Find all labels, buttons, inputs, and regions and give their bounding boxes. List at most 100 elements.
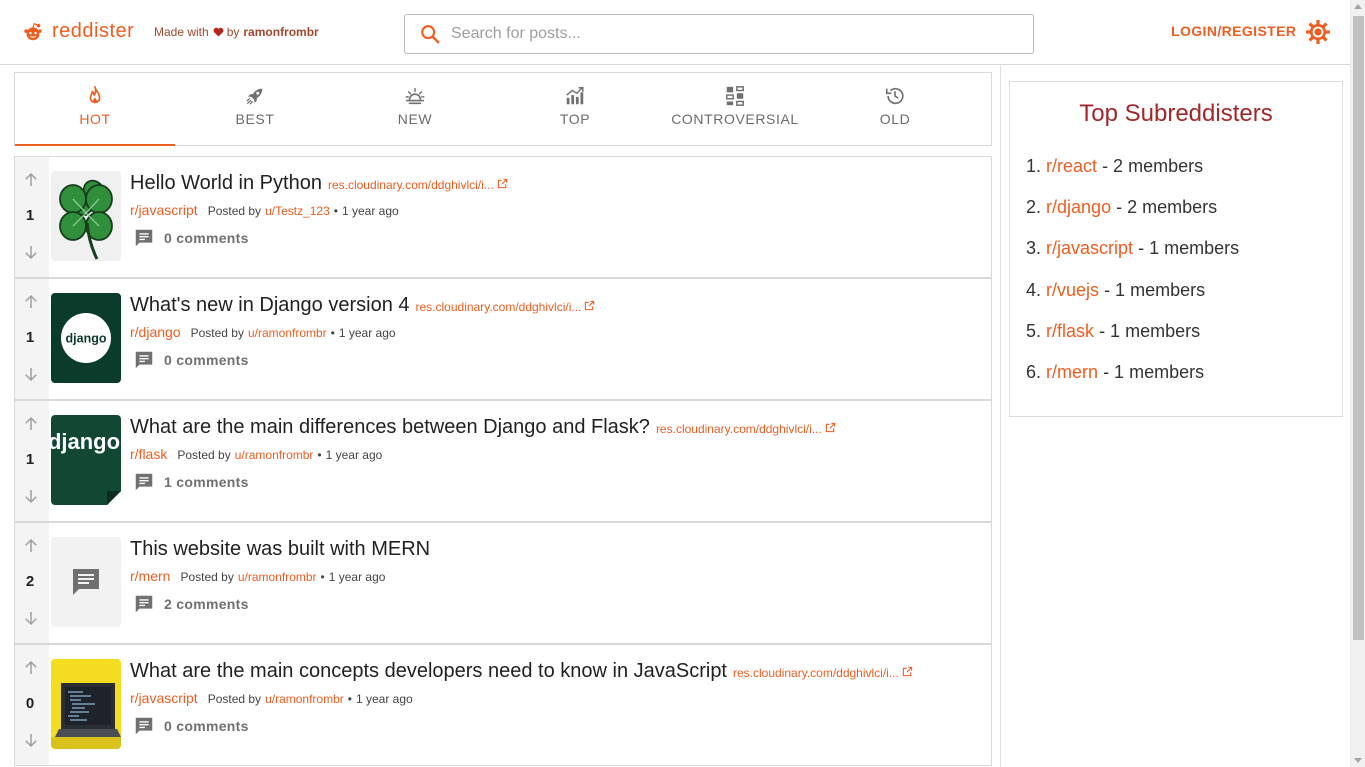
post-thumbnail[interactable]: django: [51, 293, 121, 383]
meta-separator: •: [320, 570, 325, 584]
tab-label: TOP: [559, 111, 591, 127]
external-link-icon[interactable]: [584, 300, 595, 311]
subreddit-link[interactable]: r/javascript: [130, 202, 198, 218]
tab-controversial[interactable]: CONTROVERSIAL: [655, 73, 815, 145]
upvote-arrow-icon[interactable]: [22, 171, 40, 189]
post-link[interactable]: res.cloudinary.com/ddghivlci/i...: [656, 422, 822, 436]
post-thumbnail[interactable]: [51, 659, 121, 749]
author-link[interactable]: u/Testz_123: [265, 204, 330, 218]
author-link[interactable]: u/ramonfrombr: [265, 692, 344, 706]
post-link[interactable]: res.cloudinary.com/ddghivlci/i...: [416, 300, 582, 314]
tab-new[interactable]: NEW: [335, 73, 495, 145]
subreddit-link[interactable]: r/flask: [1046, 321, 1094, 341]
vote-column: 0: [15, 645, 49, 765]
subreddit-link[interactable]: r/javascript: [130, 690, 198, 706]
post-title[interactable]: What are the main differences between Dj…: [130, 416, 650, 439]
author-link[interactable]: u/ramonfrombr: [238, 570, 317, 584]
heart-icon: [213, 27, 224, 37]
posted-by-label: Posted by: [207, 692, 262, 706]
post-link[interactable]: res.cloudinary.com/ddghivlci/i...: [733, 666, 899, 680]
upvote-arrow-icon[interactable]: [22, 537, 40, 555]
post-card[interactable]: 1 Hello World in Python res.cloudinary.c…: [14, 156, 992, 278]
subreddit-link[interactable]: r/django: [130, 324, 181, 340]
post-thumbnail[interactable]: [51, 171, 121, 261]
list-item: 5. r/flask - 1 members: [1026, 321, 1239, 362]
subreddit-link[interactable]: r/flask: [130, 446, 167, 462]
downvote-arrow-icon[interactable]: [22, 731, 40, 749]
comments-button[interactable]: 0 comments: [133, 715, 249, 737]
vote-column: 1: [15, 157, 49, 277]
comments-button[interactable]: 2 comments: [133, 593, 249, 615]
scrollbar-thumb[interactable]: [1353, 16, 1364, 640]
subreddit-link[interactable]: r/mern: [1046, 362, 1098, 382]
post-thumbnail[interactable]: django: [51, 415, 121, 505]
post-title[interactable]: Hello World in Python: [130, 172, 322, 195]
theme-toggle-icon[interactable]: [1305, 19, 1331, 45]
post-meta: r/django Posted by u/ramonfrombr • 1 yea…: [130, 324, 396, 340]
author-link[interactable]: u/ramonfrombr: [248, 326, 327, 340]
reddit-alien-icon: [24, 22, 42, 40]
post-card[interactable]: 0 What are the main concepts developers …: [14, 644, 992, 766]
downvote-arrow-icon[interactable]: [22, 243, 40, 261]
posted-by-label: Posted by: [177, 448, 231, 462]
vote-count: 1: [25, 329, 35, 346]
vote-count: 1: [25, 451, 35, 468]
comment-icon: [135, 473, 153, 491]
upvote-arrow-icon[interactable]: [22, 415, 40, 433]
external-link-icon[interactable]: [825, 422, 836, 433]
post-link[interactable]: res.cloudinary.com/ddghivlci/i...: [328, 178, 494, 192]
comments-button[interactable]: 1 comments: [133, 471, 249, 493]
post-title[interactable]: This website was built with MERN: [130, 538, 430, 561]
meta-separator: •: [347, 692, 352, 706]
post-title[interactable]: What's new in Django version 4: [130, 294, 410, 317]
comments-count: 1 comments: [164, 474, 249, 490]
comments-button[interactable]: 0 comments: [133, 349, 249, 371]
downvote-arrow-icon[interactable]: [22, 609, 40, 627]
subreddit-link[interactable]: r/django: [1046, 197, 1111, 217]
post-meta: r/javascript Posted by u/Testz_123 • 1 y…: [130, 202, 399, 218]
post-title[interactable]: What are the main concepts developers ne…: [130, 660, 727, 683]
external-link-icon[interactable]: [497, 178, 508, 189]
upvote-arrow-icon[interactable]: [22, 659, 40, 677]
scroll-up-arrow-icon[interactable]: [1354, 4, 1362, 9]
post-thumbnail[interactable]: [51, 537, 121, 627]
scroll-down-arrow-icon[interactable]: [1354, 758, 1362, 763]
search-bar[interactable]: [404, 14, 1034, 54]
external-link-icon[interactable]: [902, 666, 913, 677]
page-scrollbar[interactable]: [1350, 0, 1365, 767]
post-card[interactable]: 2 This website was built with MERN r/mer…: [14, 522, 992, 644]
comments-button[interactable]: 0 comments: [133, 227, 249, 249]
history-icon: [885, 87, 904, 105]
search-input[interactable]: [451, 25, 1011, 43]
logo-text: reddister: [52, 20, 135, 42]
text-post-icon: [73, 569, 99, 595]
tab-old[interactable]: OLD: [815, 73, 975, 145]
post-meta: r/javascript Posted by u/ramonfrombr • 1…: [130, 690, 413, 706]
made-with-prefix: Made with: [154, 25, 209, 39]
member-count: - 1 members: [1138, 238, 1240, 259]
post-title-row: What are the main differences between Dj…: [130, 416, 836, 439]
subreddit-link[interactable]: r/javascript: [1046, 238, 1133, 258]
made-with-by: by: [226, 25, 240, 39]
rank: 1.: [1026, 156, 1042, 176]
member-count: - 2 members: [1116, 197, 1218, 218]
django-wordmark-image: django: [51, 415, 121, 505]
upvote-arrow-icon[interactable]: [22, 293, 40, 311]
author-name[interactable]: ramonfrombr: [243, 25, 318, 39]
tab-hot[interactable]: HOT: [15, 73, 175, 146]
post-card[interactable]: 1 django What's new in Django version 4 …: [14, 278, 992, 400]
subreddit-link[interactable]: r/mern: [130, 568, 170, 584]
subreddit-link[interactable]: r/vuejs: [1046, 280, 1099, 300]
author-link[interactable]: u/ramonfrombr: [235, 448, 314, 462]
login-register-button[interactable]: LOGIN/REGISTER: [1171, 23, 1296, 39]
post-card[interactable]: 1 django What are the main differences b…: [14, 400, 992, 522]
downvote-arrow-icon[interactable]: [22, 487, 40, 505]
downvote-arrow-icon[interactable]: [22, 365, 40, 383]
sunrise-icon: [405, 87, 425, 105]
tab-best[interactable]: BEST: [175, 73, 335, 145]
logo[interactable]: reddister: [22, 20, 134, 43]
tab-top[interactable]: TOP: [495, 73, 655, 145]
member-count: - 1 members: [1104, 279, 1206, 300]
post-time: 1 year ago: [328, 570, 386, 584]
subreddit-link[interactable]: r/react: [1046, 156, 1097, 176]
